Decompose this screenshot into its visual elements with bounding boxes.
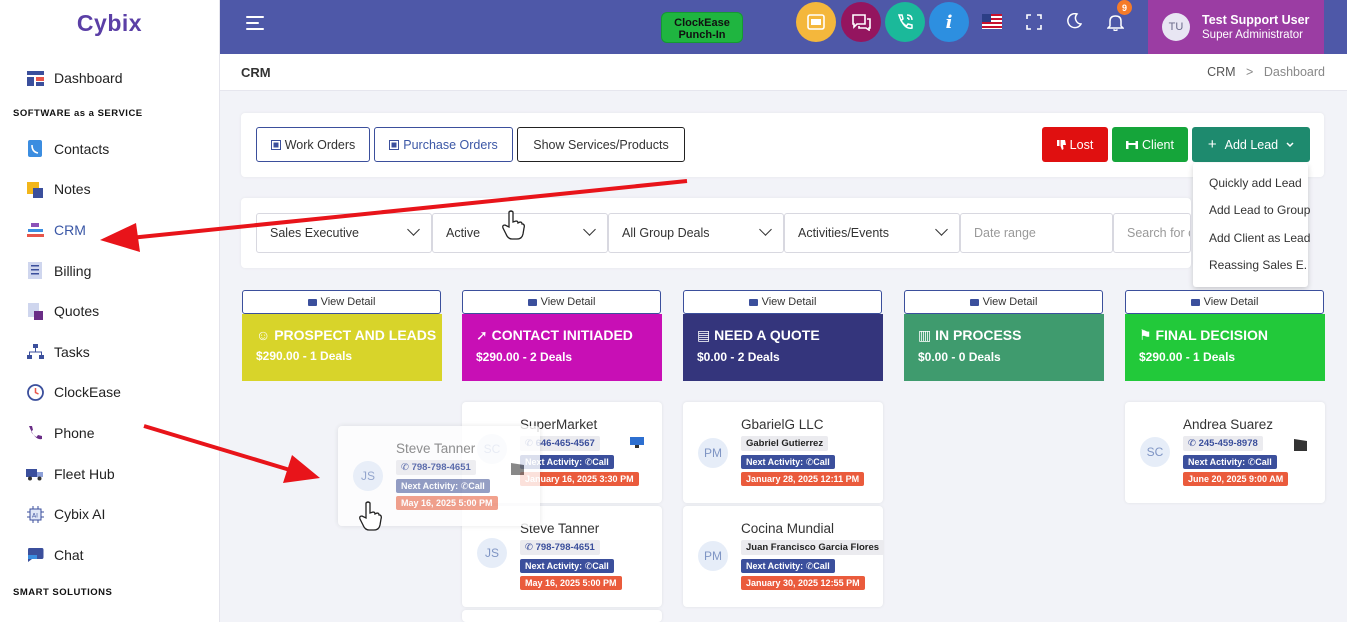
annotation-arrow-to-crm — [129, 179, 688, 240]
annotation-arrowhead-crm — [100, 223, 140, 252]
annotation-arrowhead-card — [283, 455, 320, 483]
annotation-arrows — [100, 179, 688, 483]
annotation-arrow-to-card — [143, 424, 291, 472]
